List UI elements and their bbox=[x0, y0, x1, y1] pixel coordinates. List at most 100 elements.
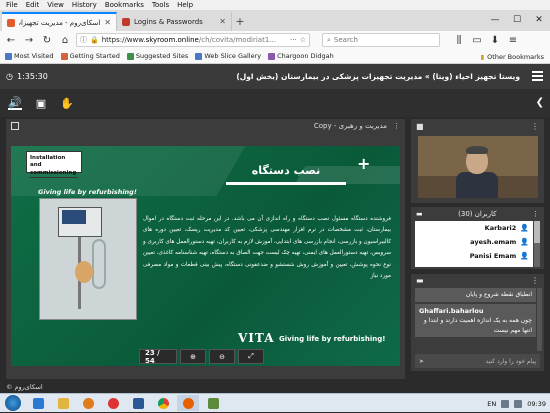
more-options-icon[interactable]: ⋮ bbox=[531, 122, 539, 131]
chat-input[interactable]: ➤ پیام خود را وارد کنید bbox=[415, 354, 540, 368]
caption-line: Installation and bbox=[30, 155, 66, 169]
other-bookmarks-label: Other Bookmarks bbox=[487, 52, 544, 61]
chat-icon: ▬ bbox=[416, 276, 424, 285]
chat-input-placeholder: پیام خود را وارد کنید bbox=[485, 357, 536, 365]
bookmark-star-icon[interactable]: ☆ bbox=[300, 36, 306, 44]
library-icon[interactable]: ⫼ bbox=[452, 33, 466, 47]
word-icon bbox=[132, 397, 144, 409]
info-icon[interactable]: ⓘ bbox=[80, 35, 87, 45]
system-tray: EN 09:39 bbox=[487, 394, 546, 413]
bookmarks-bar: Most Visited Getting Started Suggested S… bbox=[0, 49, 550, 64]
slide-caption-box: Installation and commissioning bbox=[26, 151, 82, 179]
fullscreen-icon[interactable] bbox=[11, 122, 19, 130]
bookmark-icon bbox=[60, 52, 68, 60]
user-icon: 👤 bbox=[520, 252, 529, 260]
reload-button[interactable]: ↻ bbox=[40, 33, 54, 47]
app-icon bbox=[207, 397, 219, 409]
back-button[interactable]: ← bbox=[4, 33, 18, 47]
volume-icon[interactable] bbox=[514, 399, 523, 408]
clock-icon: ◷ bbox=[6, 72, 13, 81]
bookmark-web-slice-gallery[interactable]: Web Slice Gallery bbox=[195, 52, 261, 60]
windows-logo-icon bbox=[5, 395, 21, 411]
menu-edit[interactable]: Edit bbox=[26, 1, 40, 9]
fit-screen-button[interactable]: ⤢ bbox=[238, 349, 264, 364]
bookmark-most-visited[interactable]: Most Visited bbox=[5, 52, 54, 60]
menu-view[interactable]: View bbox=[47, 1, 64, 9]
url-bar[interactable]: ⓘ 🔒 https://www.skyroom.online/ch/covita… bbox=[76, 33, 310, 47]
chat-scrollbar[interactable] bbox=[537, 288, 542, 351]
raise-hand-icon[interactable]: ✋ bbox=[60, 96, 74, 110]
bookmark-label: Suggested Sites bbox=[135, 52, 189, 60]
home-button[interactable]: ⌂ bbox=[58, 33, 72, 47]
footer-brand[interactable]: اسکای‌روم bbox=[15, 383, 43, 391]
bookmark-chargoon-didgah[interactable]: Chargoon Didgah bbox=[268, 52, 334, 60]
vita-logo: VITA bbox=[238, 331, 275, 345]
menu-history[interactable]: History bbox=[72, 1, 97, 9]
maximize-button[interactable]: ☐ bbox=[506, 10, 528, 30]
other-bookmarks[interactable]: ▮ Other Bookmarks bbox=[481, 49, 544, 64]
taskbar-chrome[interactable] bbox=[152, 395, 174, 411]
search-icon: ⌕ bbox=[327, 35, 331, 44]
menu-help[interactable]: Help bbox=[177, 1, 193, 9]
search-input[interactable]: ⌕ Search bbox=[322, 33, 440, 47]
webcam-panel: ■ ⋮ bbox=[411, 119, 544, 203]
browser-menubar: File Edit View History Bookmarks Tools H… bbox=[0, 0, 550, 10]
list-item[interactable]: ayesh.emam 👤 bbox=[415, 235, 533, 249]
page-counter: 23 / 54 bbox=[139, 349, 177, 365]
more-options-icon[interactable]: ⋮ bbox=[531, 276, 539, 285]
close-tab-icon[interactable]: ✕ bbox=[219, 17, 226, 26]
speaker-icon[interactable]: 🔊 bbox=[8, 96, 22, 110]
bookmark-label: Web Slice Gallery bbox=[204, 52, 262, 60]
menu-tools[interactable]: Tools bbox=[152, 1, 169, 9]
more-options-icon[interactable]: ⋮ bbox=[393, 122, 400, 130]
send-icon[interactable]: ➤ bbox=[419, 358, 424, 365]
close-window-button[interactable]: ✕ bbox=[528, 10, 550, 30]
forward-button[interactable]: → bbox=[22, 33, 36, 47]
url-scheme: https://www. bbox=[101, 36, 146, 44]
bookmark-suggested-sites[interactable]: Suggested Sites bbox=[126, 52, 189, 60]
language-indicator[interactable]: EN bbox=[487, 400, 496, 408]
start-button[interactable] bbox=[2, 395, 24, 411]
taskbar-explorer[interactable] bbox=[52, 395, 74, 411]
clock-time[interactable]: 09:39 bbox=[527, 400, 546, 408]
network-icon[interactable] bbox=[501, 399, 510, 408]
tab-logins[interactable]: Logins & Passwords ✕ bbox=[117, 12, 232, 31]
minimize-button[interactable]: — bbox=[484, 10, 506, 30]
page-actions-icon[interactable]: ··· bbox=[290, 36, 297, 44]
plus-icon: + bbox=[357, 154, 371, 173]
users-panel: ▬ کاربران (30) ⋮ Karbari2 👤 ayesh.emam 👤 P… bbox=[411, 207, 544, 269]
bookmark-getting-started[interactable]: Getting Started bbox=[60, 52, 120, 60]
url-text[interactable]: https://www.skyroom.online/ch/covita/mod… bbox=[102, 36, 287, 44]
users-scrollbar[interactable] bbox=[534, 221, 540, 267]
list-item[interactable]: Karbari2 👤 bbox=[415, 221, 533, 235]
zoom-in-button[interactable]: ⊕ bbox=[180, 349, 206, 364]
chevron-left-icon[interactable]: ❮ bbox=[536, 97, 544, 108]
menu-file[interactable]: File bbox=[6, 1, 18, 9]
presentation-icon[interactable]: ▣ bbox=[34, 96, 48, 110]
ie-icon bbox=[32, 397, 44, 409]
downloads-icon[interactable]: ⬇ bbox=[488, 33, 502, 47]
menu-icon[interactable] bbox=[532, 71, 543, 81]
taskbar-firefox[interactable] bbox=[177, 395, 199, 411]
taskbar-media[interactable] bbox=[77, 395, 99, 411]
chat-message: انطباق نقطه شروع و پایان bbox=[415, 288, 536, 302]
taskbar-ie[interactable] bbox=[27, 395, 49, 411]
more-options-icon[interactable]: ⋮ bbox=[532, 210, 539, 218]
tab-skyroom[interactable]: اسکای‌روم - مدیریت تجهیزات پز ✕ bbox=[2, 12, 117, 31]
new-tab-button[interactable]: + bbox=[232, 12, 248, 31]
list-item[interactable]: Panisi Emam 👤 bbox=[415, 249, 533, 263]
app-menu-icon[interactable]: ≡ bbox=[506, 33, 520, 47]
taskbar-opera[interactable] bbox=[102, 395, 124, 411]
minimize-panel-icon[interactable]: ▬ bbox=[416, 210, 423, 218]
menu-bookmarks[interactable]: Bookmarks bbox=[105, 1, 144, 9]
tab-strip: اسکای‌روم - مدیریت تجهیزات پز ✕ Logins &… bbox=[0, 10, 550, 31]
room-title: ویستا تجهیز احیاء (ویتا) » مدیریت تجهیزا… bbox=[236, 72, 520, 81]
tab-title: Logins & Passwords bbox=[134, 17, 203, 26]
zoom-out-button[interactable]: ⊖ bbox=[209, 349, 235, 364]
taskbar-app[interactable] bbox=[202, 395, 224, 411]
close-tab-icon[interactable]: ✕ bbox=[104, 18, 111, 27]
taskbar-word[interactable] bbox=[127, 395, 149, 411]
user-name: Panisi Emam bbox=[469, 252, 517, 260]
sidebar-icon[interactable]: ▭ bbox=[470, 33, 484, 47]
url-path: /ch/covita/modiriat1... bbox=[198, 36, 276, 44]
